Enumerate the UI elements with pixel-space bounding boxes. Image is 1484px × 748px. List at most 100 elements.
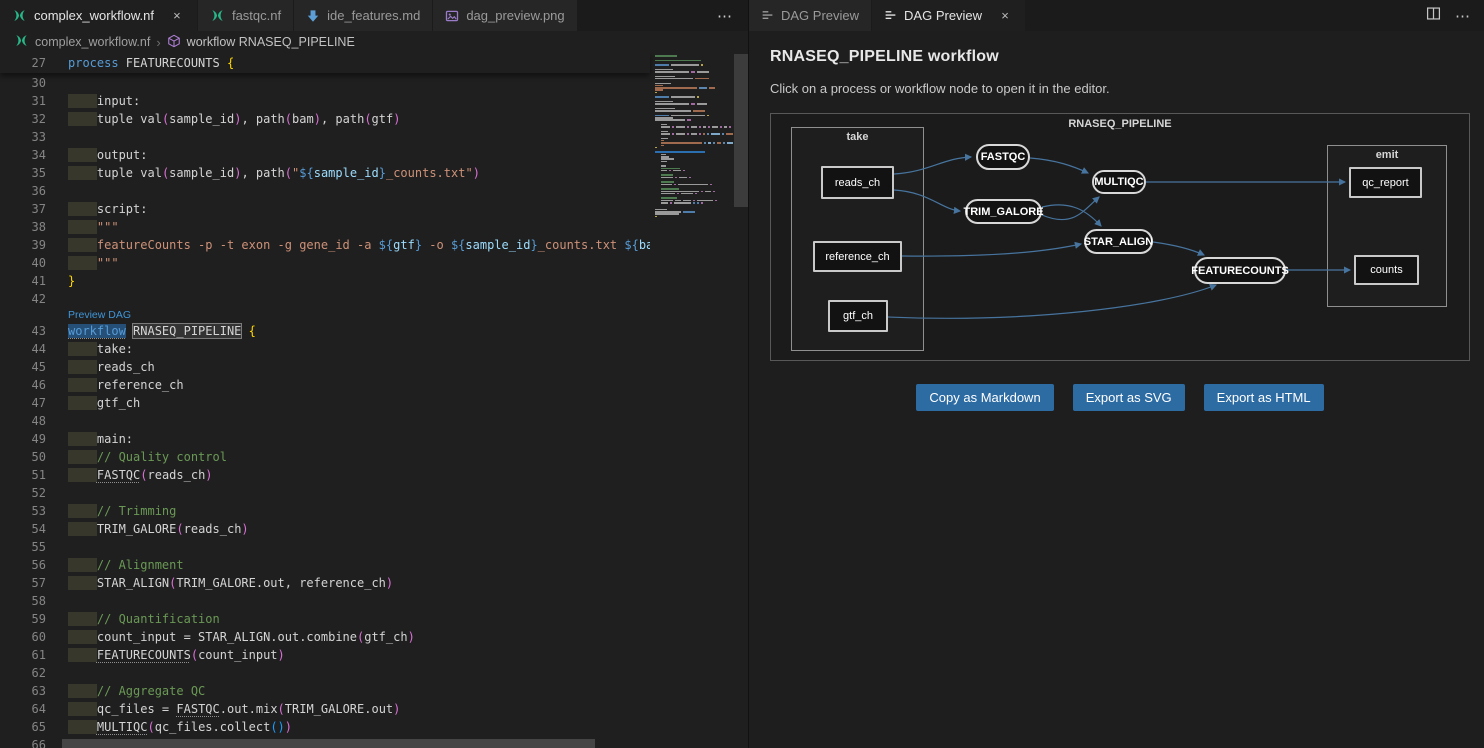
line-number: 51 bbox=[0, 466, 46, 484]
edge-STAR_ALIGN-to-FEATURECOUNTS bbox=[1153, 242, 1204, 255]
vscode-window: complex_workflow.nf×fastqc.nfide_feature… bbox=[0, 0, 1484, 748]
code-line[interactable]: 58 bbox=[0, 592, 650, 610]
line-number: 48 bbox=[0, 412, 46, 430]
code-line[interactable]: 30 bbox=[0, 74, 650, 92]
sticky-line[interactable]: 27process FEATURECOUNTS { bbox=[0, 53, 650, 73]
dag-node-gtf_ch[interactable]: gtf_ch bbox=[828, 300, 888, 332]
dag-node-FEATURECOUNTS[interactable]: FEATURECOUNTS bbox=[1194, 257, 1286, 284]
tab-label: dag_preview.png bbox=[466, 8, 564, 23]
tab-dag-preview-R0[interactable]: DAG Preview bbox=[749, 0, 872, 31]
line-number: 59 bbox=[0, 610, 46, 628]
dag-node-MULTIQC[interactable]: MULTIQC bbox=[1092, 170, 1146, 194]
edge-TRIM_GALORE-to-MULTIQC bbox=[1042, 197, 1099, 220]
code-line[interactable]: 52 bbox=[0, 484, 650, 502]
code-line[interactable]: 33 bbox=[0, 128, 650, 146]
code-line[interactable]: 37 script: bbox=[0, 200, 650, 218]
split-editor-icon[interactable] bbox=[1426, 6, 1441, 26]
code-line[interactable]: 35 tuple val(sample_id), path("${sample_… bbox=[0, 164, 650, 182]
dag-node-STAR_ALIGN[interactable]: STAR_ALIGN bbox=[1084, 229, 1153, 254]
line-number: 65 bbox=[0, 718, 46, 736]
code-line[interactable]: 34 output: bbox=[0, 146, 650, 164]
code-line[interactable]: 36 bbox=[0, 182, 650, 200]
dag-node-reads_ch[interactable]: reads_ch bbox=[821, 166, 894, 199]
close-tab-icon[interactable]: × bbox=[997, 8, 1013, 23]
code-line[interactable]: 50 // Quality control bbox=[0, 448, 650, 466]
tab-fastqc-nf-L1[interactable]: fastqc.nf bbox=[198, 0, 294, 31]
export-as-svg-button[interactable]: Export as SVG bbox=[1073, 384, 1185, 411]
horizontal-scrollbar[interactable] bbox=[0, 739, 650, 748]
close-tab-icon[interactable]: × bbox=[169, 8, 185, 23]
line-number: 27 bbox=[0, 53, 46, 73]
code-line[interactable]: 31 input: bbox=[0, 92, 650, 110]
line-number: 38 bbox=[0, 218, 46, 236]
code-line[interactable]: 49 main: bbox=[0, 430, 650, 448]
code-line[interactable]: 41} bbox=[0, 272, 650, 290]
left-tab-bar: complex_workflow.nf× fastqc.nf ide_feature… bbox=[0, 0, 748, 31]
markdown-icon bbox=[306, 9, 320, 23]
code-line[interactable]: 61 FEATURECOUNTS(count_input) bbox=[0, 646, 650, 664]
code-line[interactable]: 56 // Alignment bbox=[0, 556, 650, 574]
tab-dag-preview-R1[interactable]: DAG Preview× bbox=[872, 0, 1026, 31]
line-number: 30 bbox=[0, 74, 46, 92]
code-line[interactable]: 39 featureCounts -p -t exon -g gene_id -… bbox=[0, 236, 650, 254]
vertical-scrollbar-thumb[interactable] bbox=[734, 54, 748, 207]
minimap[interactable] bbox=[650, 53, 733, 748]
dag-node-TRIM_GALORE[interactable]: TRIM_GALORE bbox=[965, 199, 1042, 224]
code-line[interactable]: 53 // Trimming bbox=[0, 502, 650, 520]
code-line[interactable]: 54 TRIM_GALORE(reads_ch) bbox=[0, 520, 650, 538]
line-number: 54 bbox=[0, 520, 46, 538]
line-number: 62 bbox=[0, 664, 46, 682]
code-line[interactable]: 40 """ bbox=[0, 254, 650, 272]
code-line[interactable]: 55 bbox=[0, 538, 650, 556]
line-number: 41 bbox=[0, 272, 46, 290]
code-line[interactable]: 60 count_input = STAR_ALIGN.out.combine(… bbox=[0, 628, 650, 646]
dag-node-counts[interactable]: counts bbox=[1354, 255, 1419, 285]
line-number: 57 bbox=[0, 574, 46, 592]
code-line[interactable]: 46 reference_ch bbox=[0, 376, 650, 394]
code-line[interactable]: 51 FASTQC(reads_ch) bbox=[0, 466, 650, 484]
code-editor[interactable]: 27process FEATURECOUNTS { 3031 input:32 … bbox=[0, 53, 748, 748]
tab-complex-workflow-nf-L0[interactable]: complex_workflow.nf× bbox=[0, 0, 198, 31]
dag-node-FASTQC[interactable]: FASTQC bbox=[976, 144, 1030, 170]
line-number: 58 bbox=[0, 592, 46, 610]
sticky-scroll-line[interactable]: 27process FEATURECOUNTS { bbox=[0, 53, 650, 73]
panel-title: RNASEQ_PIPELINE workflow bbox=[770, 48, 1484, 66]
tab-dag-preview-png-L3[interactable]: dag_preview.png bbox=[433, 0, 577, 31]
export-as-html-button[interactable]: Export as HTML bbox=[1204, 384, 1324, 411]
breadcrumb-file[interactable]: complex_workflow.nf bbox=[35, 35, 150, 49]
tab-label: ide_features.md bbox=[327, 8, 420, 23]
vertical-scrollbar[interactable] bbox=[734, 53, 748, 748]
cluster-label: take bbox=[792, 131, 923, 143]
copy-as-markdown-button[interactable]: Copy as Markdown bbox=[916, 384, 1053, 411]
breadcrumb-symbol[interactable]: workflow RNASEQ_PIPELINE bbox=[187, 35, 355, 49]
more-actions-icon[interactable]: ⋯ bbox=[1455, 7, 1470, 25]
code-line[interactable]: 57 STAR_ALIGN(TRIM_GALORE.out, reference… bbox=[0, 574, 650, 592]
left-tabs: complex_workflow.nf× fastqc.nf ide_feature… bbox=[0, 0, 578, 31]
more-tabs-button[interactable]: ⋯ bbox=[701, 0, 748, 31]
code-line[interactable]: 48 bbox=[0, 412, 650, 430]
code-line[interactable]: 44 take: bbox=[0, 340, 650, 358]
code-line[interactable]: 45 reads_ch bbox=[0, 358, 650, 376]
code-line[interactable]: 63 // Aggregate QC bbox=[0, 682, 650, 700]
code-line[interactable]: 64 qc_files = FASTQC.out.mix(TRIM_GALORE… bbox=[0, 700, 650, 718]
dag-node-reference_ch[interactable]: reference_ch bbox=[813, 241, 902, 272]
dag-node-qc_report[interactable]: qc_report bbox=[1349, 167, 1422, 198]
code-line[interactable]: 47 gtf_ch bbox=[0, 394, 650, 412]
tab-label: fastqc.nf bbox=[232, 8, 281, 23]
code-line[interactable]: 42 bbox=[0, 290, 650, 308]
code-line[interactable]: 65 MULTIQC(qc_files.collect()) bbox=[0, 718, 650, 736]
tab-ide-features-md-L2[interactable]: ide_features.md bbox=[294, 0, 433, 31]
line-number: 33 bbox=[0, 128, 46, 146]
codelens-preview-dag[interactable]: Preview DAG bbox=[68, 308, 131, 322]
nextflow-icon bbox=[210, 8, 225, 23]
breadcrumb: complex_workflow.nf › workflow RNASEQ_PI… bbox=[0, 31, 748, 53]
code-line[interactable]: 59 // Quantification bbox=[0, 610, 650, 628]
line-number: 53 bbox=[0, 502, 46, 520]
code-line[interactable]: 43workflow RNASEQ_PIPELINE { bbox=[0, 322, 650, 340]
code-line[interactable]: 32 tuple val(sample_id), path(bam), path… bbox=[0, 110, 650, 128]
workflow-dag-diagram: RNASEQ_PIPELINE takeemit reads_chreferen… bbox=[770, 113, 1470, 361]
horizontal-scrollbar-thumb[interactable] bbox=[62, 739, 595, 748]
right-tabs: DAG PreviewDAG Preview× bbox=[749, 0, 1026, 31]
code-line[interactable]: 62 bbox=[0, 664, 650, 682]
code-line[interactable]: 38 """ bbox=[0, 218, 650, 236]
